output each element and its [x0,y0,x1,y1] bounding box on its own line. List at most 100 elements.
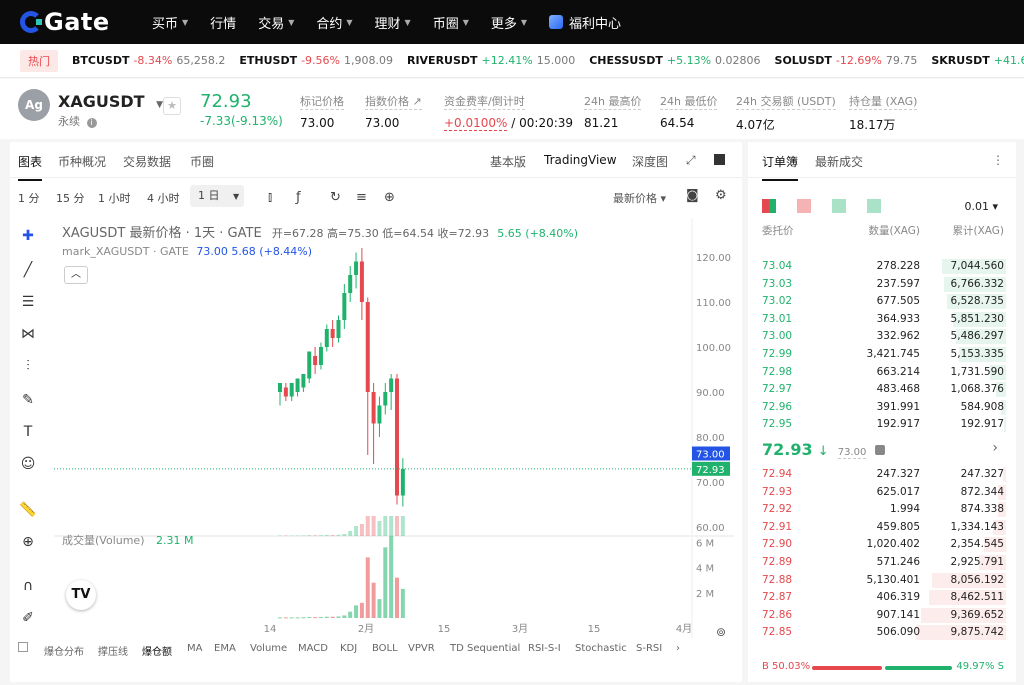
indicator-option[interactable]: EMA [214,643,236,654]
ruler-icon[interactable]: 📏 [18,502,38,522]
fullscreen-icon[interactable]: ⤢ [686,153,696,168]
gate-logo[interactable]: Gate [20,8,130,36]
ask-row[interactable]: 72.98 663.214 1,731.590 [748,364,1016,381]
pair-selector[interactable]: XAGUSDT ▼ [58,92,163,111]
lock-pen-icon[interactable]: ✐ [18,610,38,630]
nav-item[interactable]: 交易 ▼ [258,13,294,32]
layout-icon[interactable] [714,154,725,165]
emoji-icon[interactable]: ☺ [18,456,38,476]
checkbox[interactable] [18,642,28,652]
bid-row[interactable]: 72.93 625.017 872.344 [748,484,1016,501]
welfare-center-link[interactable]: 福利中心 [549,13,621,32]
ask-row[interactable]: 73.04 278.228 7,044.560 [748,258,1016,275]
indicator-option[interactable]: 爆仓额 [142,643,172,658]
ticker-item[interactable]: CHESSUSDT +5.13% 0.02806 [589,54,760,67]
indicator-option[interactable]: S-RSI [636,643,662,654]
indicator-option[interactable]: Stochastic [575,643,627,654]
indicator-option[interactable]: 撑压线 [98,643,128,658]
asks-view-icon[interactable] [797,199,812,213]
bids-view-icon[interactable] [832,199,847,213]
ask-row[interactable]: 72.96 391.991 584.908 [748,399,1016,416]
chart-tab[interactable]: 图表 [18,153,43,181]
bid-row[interactable]: 72.87 406.319 8,462.511 [748,589,1016,606]
bid-row[interactable]: 72.86 907.141 9,369.652 [748,607,1016,624]
ticker-item[interactable]: SKRUSDT+41.62%0.025403 [931,54,1024,67]
horizontal-lines-icon[interactable]: ☰ [18,294,38,314]
chart-tab[interactable]: 交易数据 [123,153,171,170]
crosshair-icon[interactable]: ✚ [18,228,38,248]
stat-label[interactable]: 持仓量 (XAG) [849,93,918,110]
chart-view-tab[interactable]: TradingView [544,153,617,167]
indicator-option[interactable]: RSI-S-I [528,643,561,654]
fib-icon[interactable]: ⫶ [18,358,38,378]
brush-icon[interactable]: ✎ [18,392,38,412]
nav-item[interactable]: 买币 ▼ [152,13,188,32]
ticker-item[interactable]: SOLUSDT -12.69% 79.75 [775,54,918,67]
tab-orderbook[interactable]: 订单簿 [762,153,799,181]
settings-list-icon[interactable]: ≡ [356,190,367,205]
bid-row[interactable]: 72.91 459.805 1,334.143 [748,519,1016,536]
bid-row[interactable]: 72.92 1.994 874.338 [748,501,1016,518]
indicator-option[interactable]: Volume [250,643,287,654]
chevron-right-icon[interactable]: › [992,440,998,456]
bid-row[interactable]: 72.94 247.327 247.327 [748,466,1016,483]
indicator-option[interactable]: VPVR [408,643,435,654]
candle-type-icon[interactable]: ⫾ [268,190,272,205]
bid-row[interactable]: 72.90 1,020.402 2,354.545 [748,536,1016,553]
nav-item[interactable]: 行情 [210,13,236,32]
indicator-option[interactable]: 爆仓分布 [44,643,84,658]
nav-item[interactable]: 理财 ▼ [375,13,411,32]
tradingview-logo[interactable]: TV [66,580,96,610]
chart-view-tab[interactable]: 基本版 [490,153,526,170]
pattern-icon[interactable]: ⋈ [18,326,38,346]
ticker-item[interactable]: ETHUSDT -9.56% 1,908.09 [239,54,393,67]
bids-only-icon[interactable] [867,199,882,213]
ask-row[interactable]: 73.00 332.962 5,486.297 [748,328,1016,345]
stat-label[interactable]: 24h 最高价 [584,93,642,110]
nav-item[interactable]: 币圈 ▼ [433,13,469,32]
indicator-option[interactable]: TD Sequential [450,643,520,654]
ask-row[interactable]: 73.01 364.933 5,851.230 [748,311,1016,328]
both-view-icon[interactable] [762,199,776,213]
collapse-overlay-button[interactable]: ︿ [64,266,88,284]
ticker-item[interactable]: RIVERUSDT +12.41% 15.000 [407,54,575,67]
indicator-option[interactable]: BOLL [372,643,398,654]
bid-row[interactable]: 72.88 5,130.401 8,056.192 [748,572,1016,589]
interval-option[interactable]: 1 分 [18,190,40,206]
info-icon[interactable]: i [86,118,97,128]
interval-option[interactable]: 4 小时 [147,190,180,206]
interval-option[interactable]: 1 小时 [98,190,131,206]
zoom-in-icon[interactable]: ⊕ [18,534,38,554]
precision-select[interactable]: 0.01 ▾ [964,200,998,213]
chart-view-tab[interactable]: 深度图 [632,153,668,170]
chevron-right-icon[interactable]: › [676,643,680,654]
chart-tab[interactable]: 币圈 [190,153,214,170]
ask-row[interactable]: 72.99 3,421.745 5,153.335 [748,346,1016,363]
indicator-option[interactable]: MACD [298,643,328,654]
bid-row[interactable]: 72.89 571.246 2,925.791 [748,554,1016,571]
favorite-star-icon[interactable]: ★ [163,97,181,115]
price-chart[interactable]: 120.00 110.00 100.00 90.00 80.00 70.00 60.00 6 … [54,218,734,668]
indicator-option[interactable]: KDJ [340,643,357,654]
stat-label[interactable]: 指数价格 ↗ [365,93,422,110]
stat-label[interactable]: 24h 交易额 (USDT) [736,93,836,110]
indicator-option[interactable]: MA [187,643,202,654]
add-indicator-icon[interactable]: ⊕ [384,190,395,205]
magnet-icon[interactable]: ∩ [18,578,38,598]
ask-row[interactable]: 73.02 677.505 6,528.735 [748,293,1016,310]
price-type-select[interactable]: 最新价格 ▾ [613,190,666,206]
ask-row[interactable]: 72.97 483.468 1,068.376 [748,381,1016,398]
stat-label[interactable]: 资金费率/倒计时 [444,93,525,110]
nav-item[interactable]: 合约 ▼ [316,13,352,32]
gear-icon[interactable]: ⚙ [715,188,727,203]
stat-label[interactable]: 标记价格 [300,93,344,110]
camera-icon[interactable]: ◙ [686,188,699,203]
refresh-icon[interactable]: ↻ [330,190,341,205]
ask-row[interactable]: 73.03 237.597 6,766.332 [748,276,1016,293]
text-icon[interactable]: T [18,424,38,444]
trendline-icon[interactable]: ╱ [18,262,38,282]
interval-option[interactable]: 15 分 [56,190,85,206]
more-menu-icon[interactable]: ⋮ [992,153,1004,167]
indicator-icon[interactable]: ƒ [296,190,301,205]
stat-label[interactable]: 24h 最低价 [660,93,718,110]
